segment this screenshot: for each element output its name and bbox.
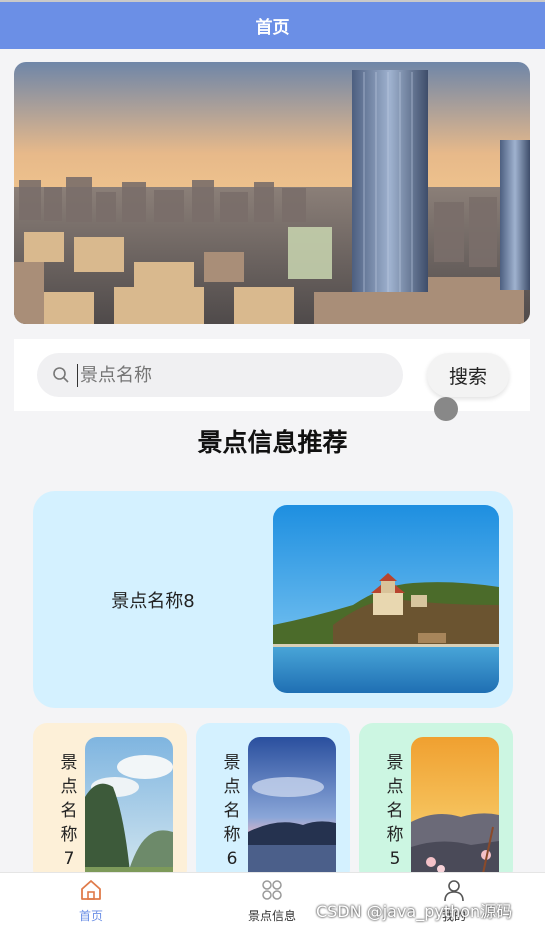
page-title: 首页	[255, 18, 290, 38]
top-bar: 首页	[0, 0, 545, 49]
nav-item-home[interactable]: 首页	[31, 877, 151, 927]
featured-attraction-card[interactable]: 景点名称8	[33, 491, 513, 708]
search-icon	[51, 365, 71, 385]
watermark: CSDN @java_python源码	[316, 902, 513, 921]
attraction-card-5[interactable]: 景点名称5	[359, 723, 513, 883]
attraction-image	[411, 737, 499, 883]
search-input[interactable]	[77, 363, 382, 387]
attraction-image	[85, 737, 173, 883]
attraction-card-7[interactable]: 景点名称7	[33, 723, 187, 883]
attraction-name: 景点名称7	[60, 753, 78, 869]
nav-label: 首页	[78, 909, 103, 923]
banner-image[interactable]	[14, 62, 530, 324]
nav-item-attractions[interactable]: 景点信息	[212, 877, 332, 927]
grid-icon	[259, 877, 285, 903]
featured-attraction-name: 景点名称8	[111, 590, 195, 612]
search-button[interactable]: 搜索	[427, 353, 509, 397]
nav-label: 景点信息	[247, 909, 296, 923]
touch-indicator	[434, 397, 458, 421]
attraction-name: 景点名称5	[386, 753, 404, 869]
home-icon	[78, 877, 104, 903]
attraction-card-6[interactable]: 景点名称6	[196, 723, 350, 883]
search-field-container[interactable]	[37, 353, 403, 397]
featured-attraction-image	[273, 505, 499, 693]
section-title: 景点信息推荐	[197, 428, 348, 457]
attraction-name: 景点名称6	[223, 753, 241, 869]
attraction-image	[248, 737, 336, 883]
